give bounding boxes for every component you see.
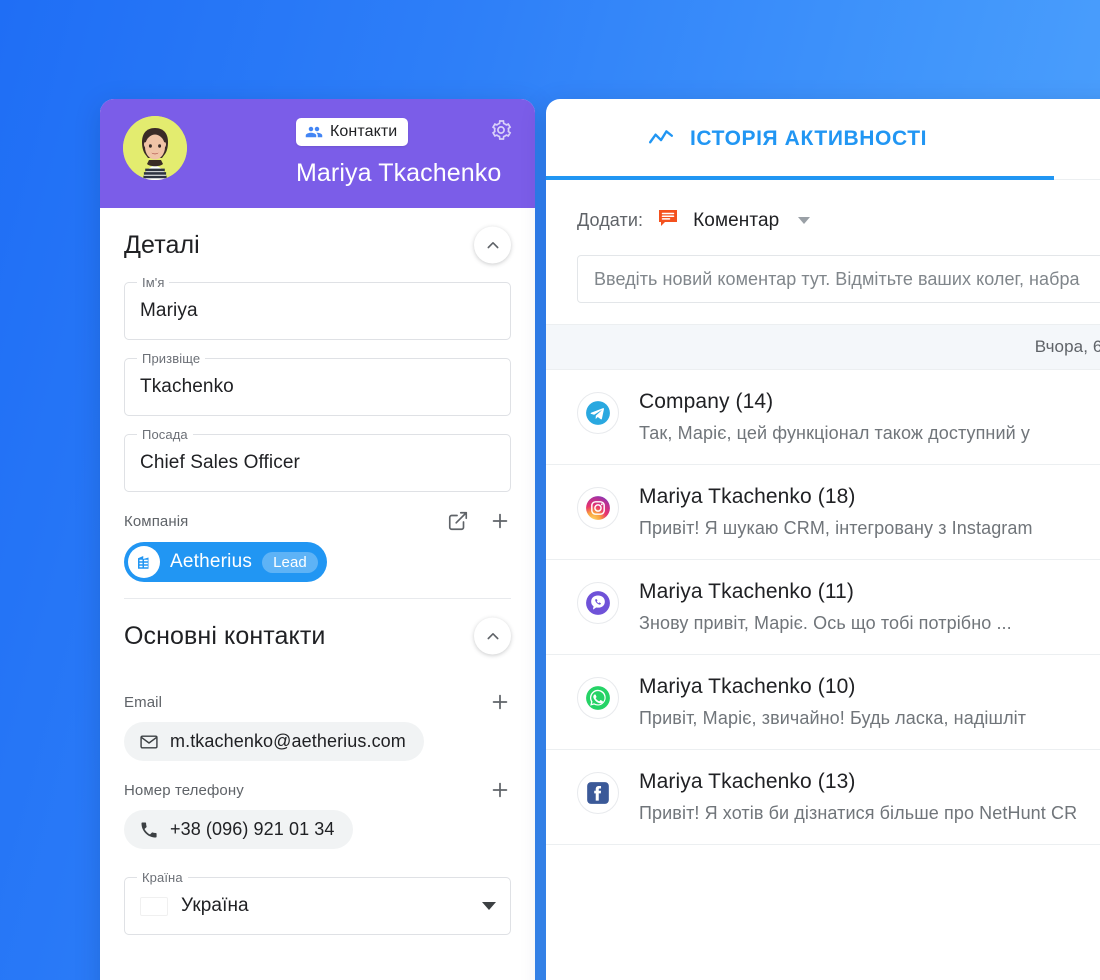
list-item-preview: Знову привіт, Маріє. Ось що тобі потрібн…	[639, 613, 1012, 633]
list-item-title: Mariya Tkachenko (18)	[639, 485, 856, 508]
tab-activity-history-label: ІСТОРІЯ АКТИВНОСТІ	[690, 127, 928, 150]
job-title-field[interactable]: Посада Chief Sales Officer	[124, 427, 511, 492]
instagram-icon	[577, 487, 619, 529]
tab-activity-history[interactable]: ІСТОРІЯ АКТИВНОСТІ	[648, 126, 927, 152]
list-item[interactable]: Company (14) Так, Маріє, цей функціонал …	[546, 370, 1100, 465]
caret-down-icon[interactable]	[482, 902, 496, 910]
caret-down-icon[interactable]	[798, 217, 811, 224]
facebook-icon	[577, 772, 619, 814]
phone-icon	[139, 820, 159, 840]
list-item-preview: Привіт! Я хотів би дізнатися більше про …	[639, 803, 1078, 823]
details-section: Деталі Ім'я Mariya Призвіще Tkachenko По…	[100, 208, 535, 599]
country-value: Україна	[181, 895, 249, 916]
list-item[interactable]: Mariya Tkachenko (13) Привіт! Я хотів би…	[546, 750, 1100, 845]
tab-active-underline	[546, 176, 1054, 180]
viber-icon	[577, 582, 619, 624]
details-title: Деталі	[124, 230, 200, 259]
contact-name: Mariya Tkachenko	[296, 159, 502, 187]
last-name-value: Tkachenko	[140, 376, 234, 397]
activity-panel: ІСТОРІЯ АКТИВНОСТІ Додати: Коментар Введ…	[546, 99, 1100, 980]
last-name-label: Призвіще	[137, 351, 206, 366]
add-company-plus-icon[interactable]	[489, 510, 511, 532]
phone-value: +38 (096) 921 01 34	[170, 819, 335, 839]
list-item[interactable]: Mariya Tkachenko (18) Привіт! Я шукаю CR…	[546, 465, 1100, 560]
avatar	[123, 116, 187, 180]
main-contacts-title: Основні контакти	[124, 621, 326, 650]
contact-card-header: Контакти Mariya Tkachenko	[100, 99, 535, 208]
telegram-icon	[577, 392, 619, 434]
comment-icon	[656, 206, 680, 235]
phone-label: Номер телефону	[124, 781, 244, 799]
envelope-icon	[139, 732, 159, 752]
main-contacts-header: Основні контакти	[124, 599, 511, 673]
activity-chart-icon	[648, 126, 674, 152]
job-title-value: Chief Sales Officer	[140, 452, 300, 473]
list-item-title: Mariya Tkachenko (13)	[639, 770, 856, 793]
list-item[interactable]: Mariya Tkachenko (10) Привіт, Маріє, зви…	[546, 655, 1100, 750]
company-chip-name: Aetherius	[170, 551, 253, 572]
company-chip[interactable]: Aetherius Lead	[124, 542, 327, 582]
add-activity-label: Додати:	[577, 210, 644, 230]
comment-input-placeholder: Введіть новий коментар тут. Відмітьте ва…	[594, 268, 1080, 289]
chevron-up-icon[interactable]	[474, 226, 511, 264]
flag-ukraine-icon	[140, 897, 168, 916]
main-contacts-section: Основні контакти Email m.tkachenko@aethe…	[100, 599, 535, 935]
phone-row-label: Номер телефону	[124, 779, 511, 801]
contact-card: Контакти Mariya Tkachenko Деталі Ім'я Ma…	[100, 99, 535, 980]
email-value: m.tkachenko@aetherius.com	[170, 731, 406, 751]
open-in-new-icon[interactable]	[447, 510, 469, 532]
record-type-badge[interactable]: Контакти	[296, 118, 409, 146]
email-row-label: Email	[124, 691, 511, 713]
list-item-preview: Так, Маріє, цей функціонал також доступн…	[639, 423, 1030, 443]
date-divider-label: Вчора, 6 бер	[1034, 337, 1100, 356]
date-divider: Вчора, 6 бер	[546, 324, 1100, 370]
list-item-title: Company (14)	[639, 390, 774, 413]
company-label: Компанія	[124, 512, 189, 530]
company-actions	[447, 510, 511, 532]
activity-tabbar: ІСТОРІЯ АКТИВНОСТІ	[546, 99, 1100, 180]
email-pill[interactable]: m.tkachenko@aetherius.com	[124, 722, 424, 761]
last-name-field[interactable]: Призвіще Tkachenko	[124, 351, 511, 416]
company-chip-tag: Lead	[262, 551, 318, 573]
first-name-field[interactable]: Ім'я Mariya	[124, 275, 511, 340]
whatsapp-icon	[577, 677, 619, 719]
first-name-label: Ім'я	[137, 275, 170, 290]
email-label: Email	[124, 693, 163, 711]
list-item-preview: Привіт! Я шукаю CRM, інтегровану з Insta…	[639, 518, 1033, 538]
country-label: Країна	[137, 870, 188, 885]
job-title-label: Посада	[137, 427, 193, 442]
details-header: Деталі	[124, 208, 511, 282]
company-row: Компанія	[124, 510, 511, 532]
chevron-up-icon[interactable]	[474, 617, 511, 655]
list-item-title: Mariya Tkachenko (11)	[639, 580, 854, 603]
app-background: Контакти Mariya Tkachenko Деталі Ім'я Ma…	[0, 0, 1100, 980]
building-icon	[128, 546, 160, 578]
list-item[interactable]: Mariya Tkachenko (11) Знову привіт, Марі…	[546, 560, 1100, 655]
comment-input[interactable]: Введіть новий коментар тут. Відмітьте ва…	[577, 255, 1100, 303]
add-email-plus-icon[interactable]	[489, 691, 511, 713]
gear-icon[interactable]	[489, 118, 513, 142]
add-phone-plus-icon[interactable]	[489, 779, 511, 801]
list-item-title: Mariya Tkachenko (10)	[639, 675, 856, 698]
list-item-preview: Привіт, Маріє, звичайно! Будь ласка, над…	[639, 708, 1027, 728]
add-activity-row: Додати: Коментар	[546, 180, 1100, 235]
add-activity-value[interactable]: Коментар	[693, 210, 779, 232]
country-select[interactable]: Країна Україна	[124, 870, 511, 935]
first-name-value: Mariya	[140, 300, 198, 321]
record-type-label: Контакти	[330, 123, 398, 140]
phone-pill[interactable]: +38 (096) 921 01 34	[124, 810, 353, 849]
people-icon	[305, 123, 323, 141]
